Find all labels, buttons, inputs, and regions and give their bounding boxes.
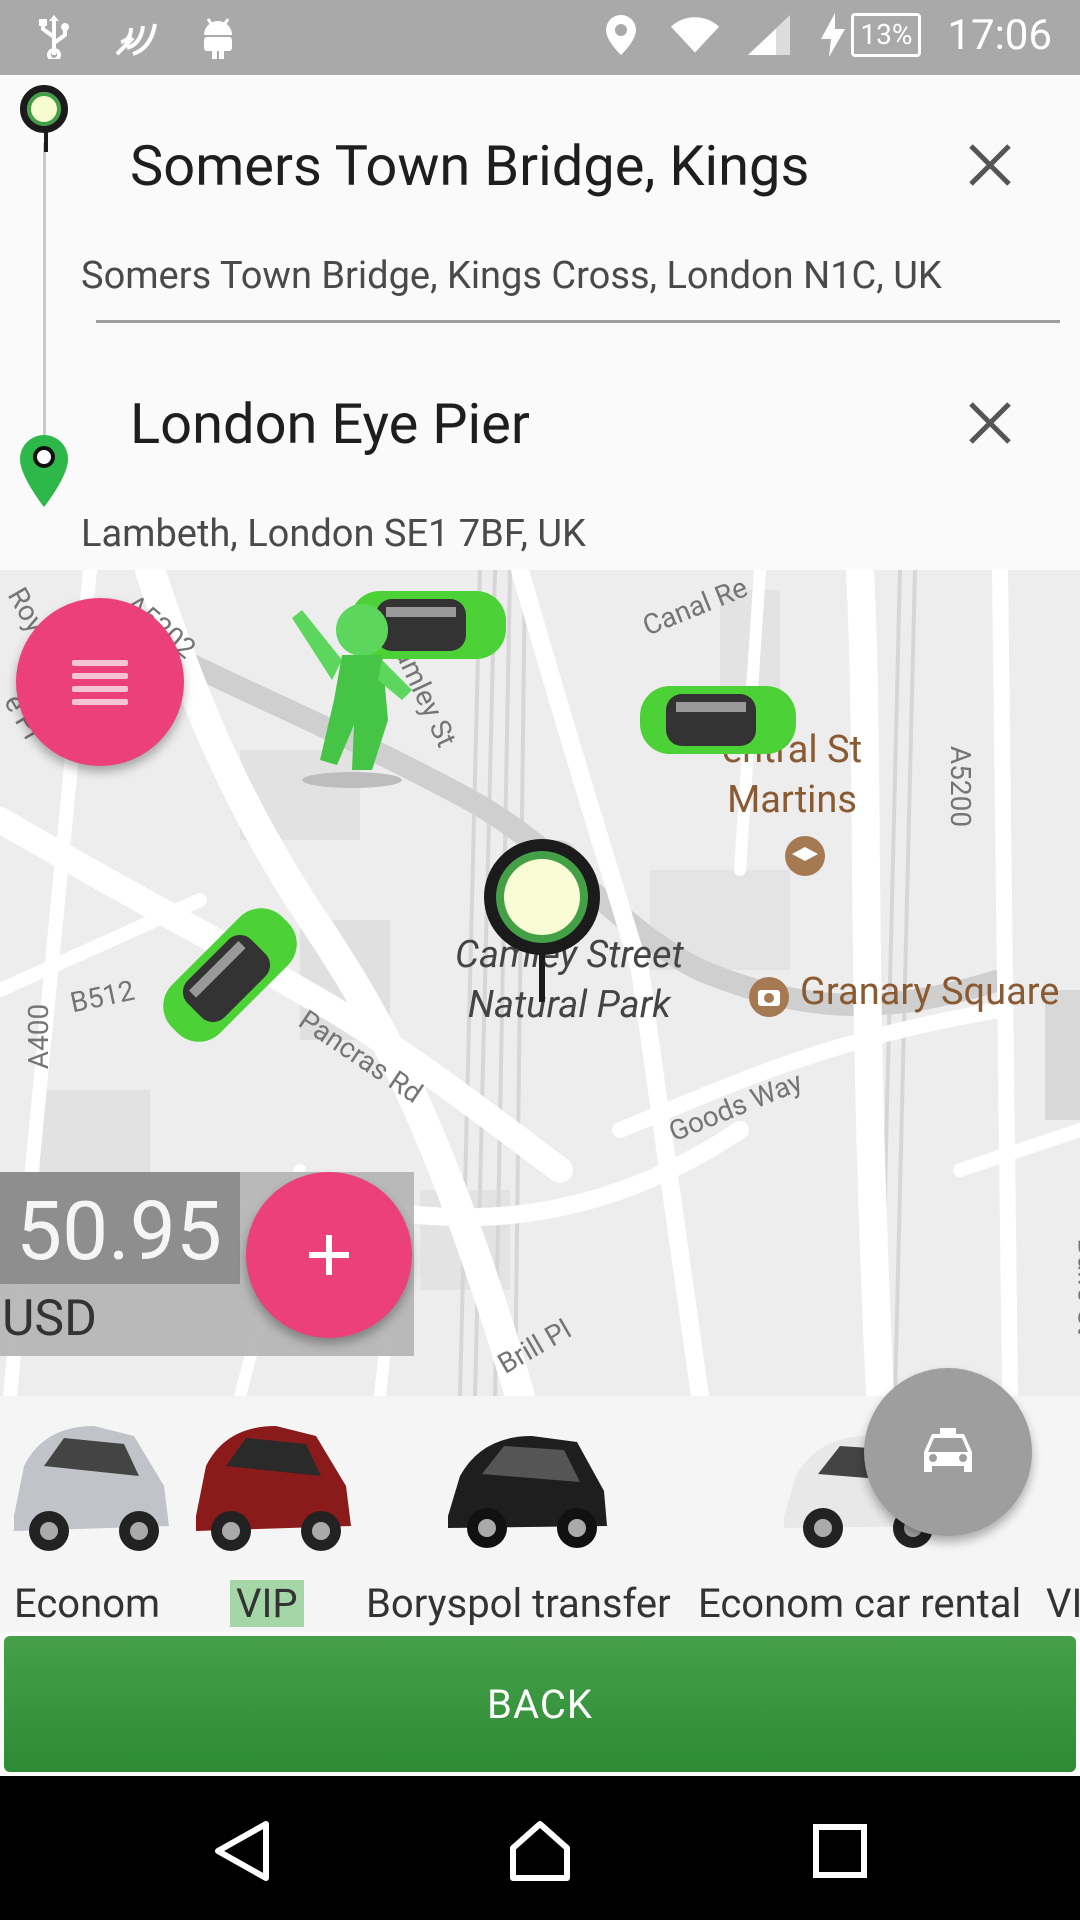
car-image [448,1436,607,1548]
route-panel: Somers Town Bridge, Kings Somers Town Br… [0,75,1080,570]
clear-destination-button[interactable] [960,393,1020,453]
car-marker-icon[interactable] [150,895,310,1055]
route-connector-line [43,143,46,463]
map-label-granary-square: Granary Square [800,970,1060,1014]
car-label: Econom [14,1580,161,1627]
price-currency: USD [2,1290,97,1348]
school-poi-icon [785,836,825,876]
car-option-vip-2[interactable]: VI [1038,1396,1080,1632]
price-value: 50.95 [16,1184,222,1280]
car-label: Econom car rental [698,1580,1022,1627]
plus-icon [309,1235,349,1275]
usb-icon [30,12,78,62]
car-option-econom[interactable]: Econom [0,1396,180,1632]
camera-poi-icon [749,977,789,1017]
car-option-boryspol-transfer[interactable]: Boryspol transfer [362,1396,702,1632]
destination-pin-icon [20,435,68,507]
car-image [196,1426,351,1551]
close-icon [969,144,1011,186]
car-marker-icon[interactable] [636,680,800,760]
battery-indicator: 13% [819,10,922,60]
status-bar: 13% 17:06 [0,0,1080,75]
car-image [14,1426,169,1551]
back-button[interactable]: BACK [4,1636,1076,1772]
order-taxi-button[interactable] [864,1368,1032,1536]
taxi-icon [924,1428,972,1472]
close-icon [969,402,1011,444]
clear-origin-button[interactable] [960,135,1020,195]
car-label: VI [1046,1580,1080,1627]
nfc-icon [112,12,160,62]
destination-name[interactable]: London Eye Pier [130,391,530,457]
origin-field-underline [96,320,1060,323]
nav-recents-icon[interactable] [800,1816,880,1886]
android-icon [194,12,242,62]
map-label-a400: A400 [22,1003,56,1070]
location-icon [597,10,645,60]
origin-name[interactable]: Somers Town Bridge, Kings [130,133,809,199]
add-button[interactable] [246,1172,412,1338]
system-navigation-bar [0,1776,1080,1920]
car-option-vip[interactable]: VIP [182,1396,362,1632]
origin-marker-icon [20,85,68,152]
nav-back-icon[interactable] [202,1816,282,1886]
menu-button[interactable] [16,598,184,766]
nav-home-icon[interactable] [500,1816,580,1886]
map-label-balfe-st: Balfe St [1071,1238,1080,1335]
car-label: Boryspol transfer [366,1580,671,1627]
pickup-pin-icon [484,839,600,1002]
charging-icon [819,10,847,60]
battery-percentage: 13% [851,13,922,57]
wifi-icon [671,10,720,60]
map-label-a5200: A5200 [944,745,978,828]
cell-signal-icon [745,10,793,60]
user-location-icon [292,604,412,788]
origin-address-field[interactable]: Somers Town Bridge, Kings Cross, London … [81,254,942,298]
menu-icon [72,659,128,705]
destination-address-field[interactable]: Lambeth, London SE1 7BF, UK [81,512,586,556]
clock: 17:06 [947,10,1052,60]
car-label: VIP [230,1580,304,1627]
